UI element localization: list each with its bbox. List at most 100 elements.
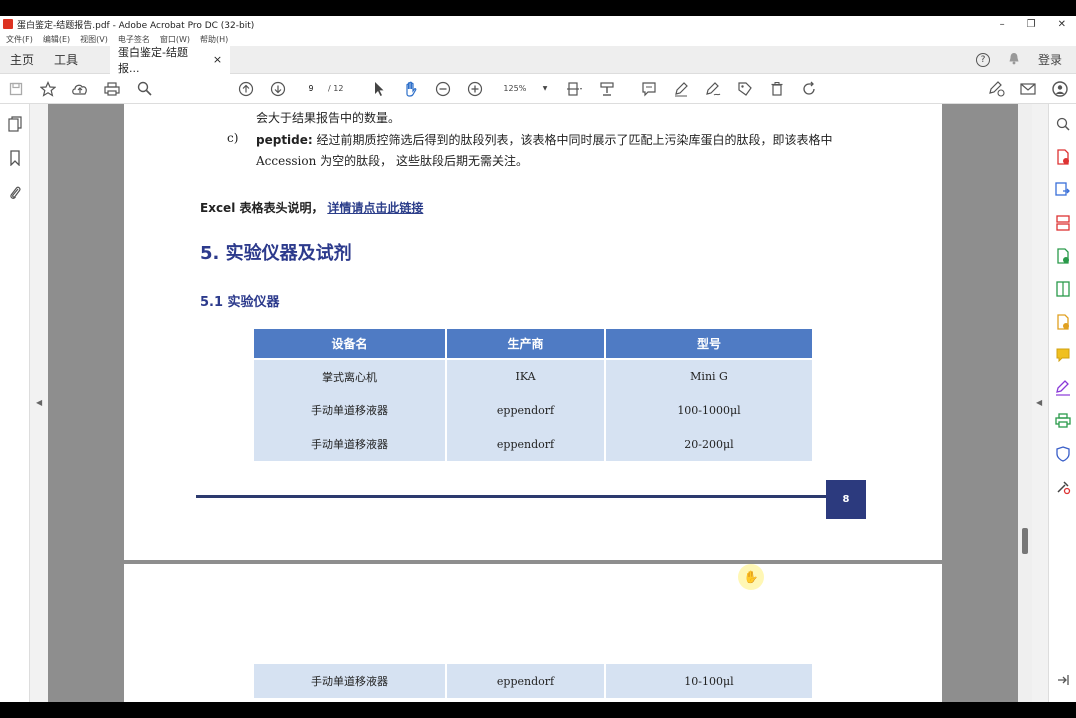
page-number-input[interactable] — [300, 80, 322, 97]
menu-file[interactable]: 文件(F) — [6, 34, 33, 45]
next-page-icon[interactable] — [262, 74, 294, 104]
tab-home[interactable]: 主页 — [0, 51, 44, 68]
bookmark-icon[interactable] — [9, 150, 21, 170]
item-c-text2: Accession 为空的肽段， 这些肽段后期无需关注。 — [256, 154, 528, 168]
export-pdf-icon[interactable] — [1053, 178, 1073, 202]
toolbar: / 12 125% ▼ — [0, 74, 1076, 104]
fill-sign-icon[interactable] — [980, 74, 1012, 104]
bottom-black-bar — [0, 702, 1076, 718]
rotate-icon[interactable] — [793, 74, 825, 104]
top-black-bar — [0, 0, 1076, 16]
pages-thumbnail-icon[interactable] — [7, 116, 22, 136]
tab-close-icon[interactable]: × — [213, 53, 222, 66]
table-row: 手动单道移液器 eppendorf 20-200μl — [252, 427, 814, 461]
delete-icon[interactable] — [761, 74, 793, 104]
stamp-icon[interactable] — [591, 74, 623, 104]
zoom-value: 125% — [503, 84, 527, 93]
fit-page-icon[interactable] — [559, 74, 591, 104]
attachment-icon[interactable] — [9, 184, 21, 204]
title-bar: 蛋白鉴定-结题报告.pdf - Adobe Acrobat Pro DC (32… — [0, 16, 1076, 32]
fill-sign-tool-icon[interactable] — [1053, 376, 1073, 400]
highlight-pen-icon[interactable] — [665, 74, 697, 104]
cell: 10-100μl — [604, 664, 814, 698]
add-file-icon[interactable] — [1053, 244, 1073, 268]
bell-icon[interactable] — [1008, 52, 1020, 68]
cell: 手动单道移液器 — [252, 393, 447, 427]
table-header-row: 设备名 生产商 型号 — [252, 327, 814, 360]
vertical-scrollbar[interactable] — [1018, 104, 1032, 702]
tab-document[interactable]: 蛋白鉴定-结题报... × — [110, 45, 231, 75]
page-number-badge: 8 — [826, 480, 866, 519]
print-icon[interactable] — [96, 74, 128, 104]
document-viewport[interactable]: 会大于结果报告中的数量。 c) peptide: 经过前期质控筛选后得到的肽段列… — [48, 104, 1018, 702]
excel-label: Excel 表格表头说明， — [200, 201, 324, 215]
cell: eppendorf — [445, 427, 606, 461]
table-row: 掌式离心机 IKA Mini G — [252, 359, 814, 393]
protect-shield-icon[interactable] — [1053, 442, 1073, 466]
help-icon[interactable]: ? — [975, 52, 990, 67]
window-title: 蛋白鉴定-结题报告.pdf - Adobe Acrobat Pro DC (32… — [17, 20, 255, 31]
print-production-icon[interactable] — [1053, 409, 1073, 433]
cell: eppendorf — [445, 664, 606, 698]
cell: 100-1000μl — [604, 393, 814, 427]
search-icon[interactable] — [128, 74, 160, 104]
save-icon[interactable] — [0, 74, 32, 104]
footer-rule — [196, 495, 828, 498]
item-c-term: peptide: — [256, 133, 313, 147]
tag-edit-icon[interactable] — [729, 74, 761, 104]
create-pdf-icon[interactable] — [1053, 145, 1073, 169]
chevron-down-icon: ▼ — [542, 85, 548, 92]
menu-edit[interactable]: 编辑(E) — [43, 34, 70, 45]
cell: 手动单道移液器 — [252, 427, 447, 461]
zoom-select[interactable]: 125% ▼ — [499, 80, 551, 98]
more-tools-icon[interactable] — [1053, 475, 1073, 499]
upload-cloud-icon[interactable] — [64, 74, 96, 104]
combine-files-icon[interactable] — [1053, 277, 1073, 301]
edit-pdf-icon[interactable] — [1053, 310, 1073, 334]
equipment-table-continued: 手动单道移液器 eppendorf 10-100μl — [252, 664, 814, 698]
cell: 掌式离心机 — [252, 359, 447, 393]
draw-sign-icon[interactable] — [697, 74, 729, 104]
minimize-button[interactable]: – — [1000, 19, 1005, 30]
cell: IKA — [445, 359, 606, 393]
select-cursor-icon[interactable] — [363, 74, 395, 104]
organize-pages-icon[interactable] — [1053, 211, 1073, 235]
col-header-maker: 生产商 — [445, 327, 606, 360]
cell: 手动单道移液器 — [252, 664, 447, 698]
pdf-page-8: 会大于结果报告中的数量。 c) peptide: 经过前期质控筛选后得到的肽段列… — [124, 104, 942, 560]
zoom-tool-icon[interactable] — [1053, 112, 1073, 136]
pdf-icon — [3, 19, 13, 29]
col-header-model: 型号 — [604, 327, 814, 360]
star-icon[interactable] — [32, 74, 64, 104]
close-window-button[interactable]: ✕ — [1058, 19, 1066, 30]
share-user-icon[interactable] — [1044, 74, 1076, 104]
prev-page-icon[interactable] — [230, 74, 262, 104]
cell: eppendorf — [445, 393, 606, 427]
restore-button[interactable]: ❐ — [1027, 19, 1036, 30]
collapse-left-icon[interactable]: ◀ — [36, 398, 42, 407]
collapse-right-icon[interactable]: ◀ — [1036, 398, 1042, 407]
hand-tool-icon[interactable] — [395, 74, 427, 104]
mail-icon[interactable] — [1012, 74, 1044, 104]
tab-tools[interactable]: 工具 — [44, 51, 88, 68]
zoom-in-icon[interactable] — [459, 74, 491, 104]
tab-bar: 主页 工具 蛋白鉴定-结题报... × ? 登录 — [0, 45, 1076, 75]
line-top: 会大于结果报告中的数量。 — [256, 111, 401, 125]
excel-link[interactable]: 详情请点击此链接 — [327, 201, 423, 215]
cell: 20-200μl — [604, 427, 814, 461]
menu-view[interactable]: 视图(V) — [80, 34, 108, 45]
col-header-name: 设备名 — [252, 327, 447, 360]
left-navigation-pane — [0, 104, 30, 702]
hand-cursor-icon: ✋ — [738, 564, 764, 590]
scrollbar-thumb[interactable] — [1022, 528, 1028, 554]
cell: Mini G — [604, 359, 814, 393]
page-navigator: / 12 — [300, 80, 343, 97]
expand-pane-icon[interactable] — [1053, 668, 1073, 692]
comment-tool-icon[interactable] — [1053, 343, 1073, 367]
subsection-title: 5.1 实验仪器 — [200, 295, 280, 310]
zoom-out-icon[interactable] — [427, 74, 459, 104]
menu-help[interactable]: 帮助(H) — [200, 34, 228, 45]
signin-link[interactable]: 登录 — [1038, 51, 1062, 68]
comment-icon[interactable] — [633, 74, 665, 104]
right-tools-pane — [1048, 104, 1076, 702]
